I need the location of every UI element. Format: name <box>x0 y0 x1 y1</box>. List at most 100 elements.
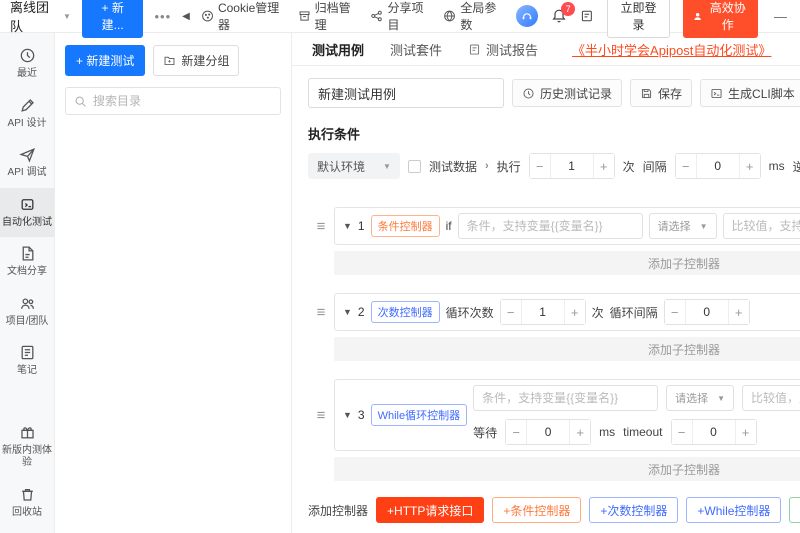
share-project-button[interactable]: 分享项目 <box>370 0 432 33</box>
global-params-button[interactable]: 全局参数 <box>443 0 505 33</box>
compare-value-input[interactable] <box>723 213 800 239</box>
add-child-controller-button[interactable]: 添加子控制器 <box>334 251 800 275</box>
test-data-label: 测试数据 <box>429 158 477 175</box>
plus-icon[interactable]: + <box>594 154 614 178</box>
plus-icon[interactable]: + <box>570 420 590 444</box>
minimize-icon[interactable]: — <box>771 9 790 24</box>
notifications-button[interactable]: 7 <box>551 8 567 24</box>
controller-condition: ≡ ▼ 1 条件控制器 if 请选择 ▼ <box>308 207 800 275</box>
sidebar-rail: 最近 API 设计 API 调试 自动化测试 文档分享 项目/团队 笔记 <box>0 33 55 533</box>
interval-unit-label: ms <box>769 159 785 173</box>
condition-input[interactable] <box>473 385 658 411</box>
minus-icon[interactable]: − <box>665 300 685 324</box>
loop-count-value[interactable]: 1 <box>521 300 565 324</box>
main-area: 测试用例 测试套件 测试报告 《半小时学会Apipost自动化测试》 历史测试记… <box>292 33 800 533</box>
tabs-row: 测试用例 测试套件 测试报告 《半小时学会Apipost自动化测试》 <box>292 33 800 66</box>
collapse-icon[interactable]: ▼ <box>343 307 352 317</box>
sidebar-item-beta[interactable]: 新版内测体验 <box>0 416 54 478</box>
note-icon <box>19 344 36 361</box>
timeout-value[interactable]: 0 <box>692 420 736 444</box>
compare-value-input[interactable] <box>742 385 800 411</box>
exec-unit-label: 次 <box>623 158 635 175</box>
new-group-button[interactable]: 新建分组 <box>153 45 239 76</box>
add-http-request-button[interactable]: +HTTP请求接口 <box>376 497 484 523</box>
sidebar-item-api-debug[interactable]: API 调试 <box>0 138 54 188</box>
environment-select[interactable]: 默认环境 ▼ <box>308 153 400 179</box>
wait-unit-label: ms <box>599 425 615 439</box>
topbar: 离线团队 ▼ + 新建... ••• ◀ Cookie管理器 归档管理 分享项目… <box>0 0 800 33</box>
wait-value[interactable]: 0 <box>526 420 570 444</box>
minus-icon[interactable]: − <box>676 154 696 178</box>
exec-count-value[interactable]: 1 <box>550 154 594 178</box>
minus-icon[interactable]: − <box>530 154 550 178</box>
add-condition-controller-button[interactable]: +条件控制器 <box>492 497 581 523</box>
add-wait-controller-button[interactable]: +等待控制器 <box>789 497 800 523</box>
add-loop-count-controller-button[interactable]: +次数控制器 <box>589 497 678 523</box>
archive-manager-label: 归档管理 <box>315 0 360 33</box>
tab-test-suite[interactable]: 测试套件 <box>390 40 442 59</box>
minus-icon[interactable]: − <box>501 300 521 324</box>
test-name-input[interactable] <box>308 78 504 108</box>
generate-cli-button[interactable]: 生成CLI脚本 <box>700 79 800 107</box>
chevron-right-icon[interactable]: › <box>485 160 489 172</box>
condition-input[interactable] <box>458 213 643 239</box>
feedback-icon[interactable] <box>580 8 594 24</box>
plus-icon[interactable]: + <box>565 300 585 324</box>
cookie-manager-button[interactable]: Cookie管理器 <box>201 0 287 33</box>
sidebar-item-recent[interactable]: 最近 <box>0 39 54 89</box>
tutorial-link[interactable]: 《半小时学会Apipost自动化测试》 <box>572 40 771 59</box>
loop-interval-stepper: − 0 + <box>664 299 750 325</box>
loop-unit-label: 次 <box>592 304 604 321</box>
add-controller-label: 添加控制器 <box>308 502 368 519</box>
minus-icon[interactable]: − <box>506 420 526 444</box>
new-test-button[interactable]: + 新建测试 <box>65 45 145 76</box>
tab-test-report[interactable]: 测试报告 <box>468 40 538 59</box>
sidebar-item-automation-test[interactable]: 自动化测试 <box>0 188 54 238</box>
archive-manager-button[interactable]: 归档管理 <box>298 0 360 33</box>
automation-icon <box>19 196 36 213</box>
controllers-list: ≡ ▼ 1 条件控制器 if 请选择 ▼ <box>308 207 800 481</box>
team-selector[interactable]: 离线团队 ▼ <box>10 0 71 35</box>
save-button[interactable]: 保存 <box>630 79 692 107</box>
drag-handle-icon[interactable]: ≡ <box>308 218 334 235</box>
more-icon[interactable]: ••• <box>154 9 171 24</box>
controller-badge: While循环控制器 <box>371 404 468 426</box>
operator-select[interactable]: 请选择 ▼ <box>649 213 717 239</box>
timeout-stepper: − 0 + <box>671 419 757 445</box>
test-data-checkbox[interactable] <box>408 160 421 173</box>
interval-value[interactable]: 0 <box>696 154 740 178</box>
minus-icon[interactable]: − <box>672 420 692 444</box>
tab-test-case[interactable]: 测试用例 <box>312 40 364 59</box>
collapse-icon[interactable]: ▼ <box>343 410 352 420</box>
collapse-icon[interactable]: ▼ <box>343 221 352 231</box>
plus-icon[interactable]: + <box>729 300 749 324</box>
search-box <box>65 87 281 115</box>
plus-icon[interactable]: + <box>736 420 756 444</box>
sidebar-item-doc-share[interactable]: 文档分享 <box>0 237 54 287</box>
report-icon <box>468 43 481 56</box>
add-child-controller-button[interactable]: 添加子控制器 <box>334 337 800 361</box>
support-icon[interactable] <box>516 5 538 27</box>
history-button[interactable]: 历史测试记录 <box>512 79 622 107</box>
doc-share-icon <box>19 245 36 262</box>
collapse-panel-icon[interactable]: ◀ <box>182 11 190 22</box>
operator-select[interactable]: 请选择 ▼ <box>666 385 734 411</box>
sidebar-item-notes[interactable]: 笔记 <box>0 336 54 386</box>
loop-interval-value[interactable]: 0 <box>685 300 729 324</box>
test-case-content: 历史测试记录 保存 生成CLI脚本 执行条件 默认环境 ▼ <box>292 66 800 533</box>
add-child-controller-button[interactable]: 添加子控制器 <box>334 457 800 481</box>
controller-badge: 次数控制器 <box>371 301 440 323</box>
drag-handle-icon[interactable]: ≡ <box>308 407 334 424</box>
archive-icon <box>298 9 311 23</box>
search-input[interactable] <box>93 94 272 108</box>
wait-stepper: − 0 + <box>505 419 591 445</box>
add-while-controller-button[interactable]: +While控制器 <box>686 497 781 523</box>
chevron-down-icon: ▼ <box>700 222 708 231</box>
sidebar-item-recycle-bin[interactable]: 回收站 <box>0 478 54 528</box>
drag-handle-icon[interactable]: ≡ <box>308 304 334 321</box>
plus-icon[interactable]: + <box>740 154 760 178</box>
loop-count-label: 循环次数 <box>446 304 494 321</box>
timeout-label: timeout <box>623 425 662 439</box>
sidebar-item-project-team[interactable]: 项目/团队 <box>0 287 54 337</box>
sidebar-item-api-design[interactable]: API 设计 <box>0 89 54 139</box>
